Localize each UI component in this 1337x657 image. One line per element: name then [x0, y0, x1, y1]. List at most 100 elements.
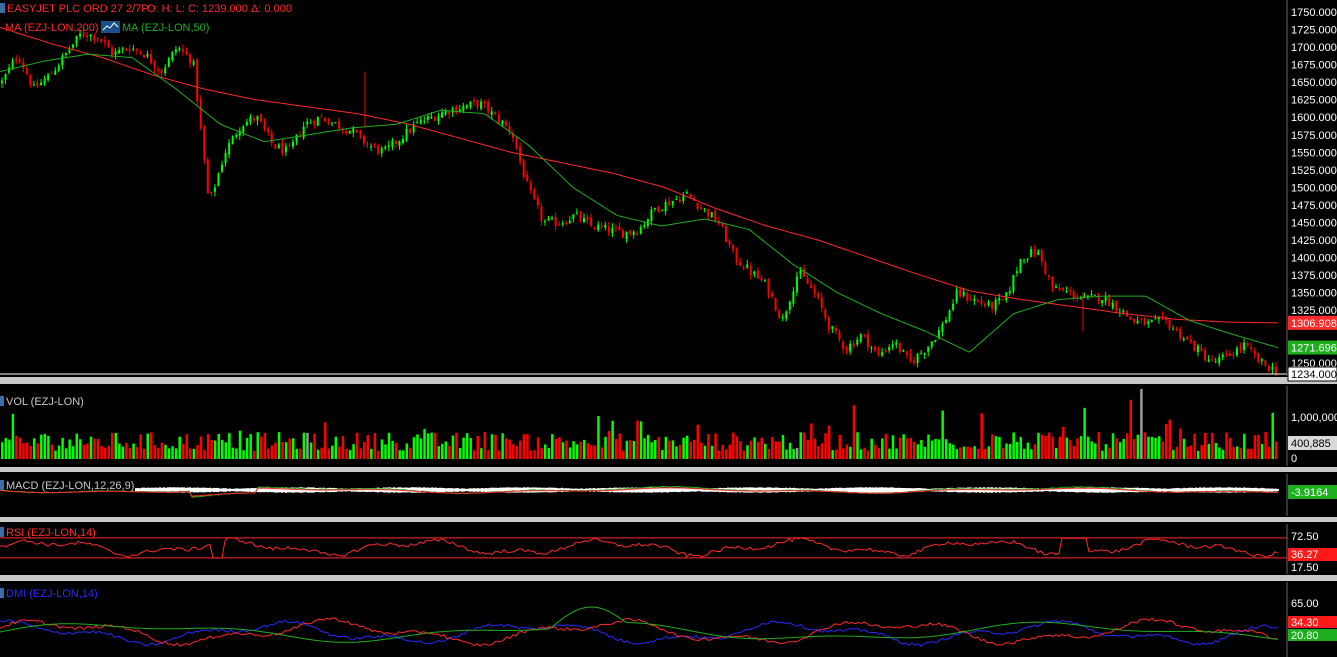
candle-down [50, 72, 53, 74]
expand-icon[interactable] [0, 588, 4, 598]
volume-bar [646, 434, 650, 459]
candle-up [118, 49, 121, 54]
candle-down [362, 135, 365, 144]
volume-bar [1040, 434, 1044, 459]
volume-bar [1275, 441, 1278, 459]
volume-bar [991, 434, 994, 459]
candle-up [1023, 260, 1026, 262]
candle-up [639, 227, 642, 234]
candle-up [79, 33, 82, 37]
macd-histogram-bar [251, 487, 253, 493]
volume-bar [1172, 449, 1175, 459]
candle-down [494, 112, 497, 115]
macd-histogram-bar [445, 488, 447, 492]
volume-bar [923, 446, 927, 459]
volume-bar [373, 432, 377, 459]
volume-bar [146, 433, 149, 459]
price-tick-label: 1525.000 [1291, 165, 1337, 177]
volume-bar [582, 439, 586, 459]
candle-down [100, 39, 103, 42]
volume-bar [732, 432, 735, 459]
candle-up [231, 136, 234, 145]
candle-down [189, 54, 192, 63]
volume-bar [256, 432, 260, 459]
macd-histogram-bar [489, 487, 491, 493]
volume-bar [1243, 433, 1246, 459]
volume-bar [68, 439, 71, 459]
candle-down [991, 302, 994, 309]
volume-bar [543, 444, 547, 459]
candle-up [582, 217, 585, 223]
volume-bar [15, 435, 18, 459]
candle-down [636, 232, 639, 235]
macd-histogram-bar [1273, 488, 1275, 492]
macd-histogram-bar [853, 487, 855, 493]
volume-bar [1211, 432, 1214, 459]
macd-histogram-bar [1173, 488, 1175, 492]
candle-down [409, 129, 412, 133]
volume-bar [107, 445, 110, 459]
macd-histogram-bar [227, 488, 229, 492]
volume-bar [1122, 438, 1125, 459]
macd-histogram-bar [679, 487, 681, 493]
expand-icon[interactable] [0, 480, 4, 490]
macd-histogram-bar [873, 487, 875, 493]
volume-bar [661, 449, 664, 459]
candle-up [671, 200, 674, 206]
macd-histogram-bar [1277, 488, 1279, 492]
macd-histogram-bar [465, 488, 467, 492]
volume-bar [181, 444, 185, 459]
volume-last-label: 400,885 [1291, 438, 1331, 450]
candle-down [976, 300, 979, 302]
macd-histogram-bar [1165, 488, 1167, 492]
candle-down [1189, 339, 1192, 343]
macd-histogram-bar [849, 487, 851, 493]
volume-bar [96, 439, 100, 459]
candle-down [252, 118, 255, 121]
candle-up [284, 146, 287, 153]
expand-icon[interactable] [0, 396, 4, 406]
candle-down [593, 227, 596, 230]
candle-down [366, 143, 369, 145]
price-tick-label: 1500.000 [1291, 182, 1337, 194]
candle-up [753, 271, 756, 275]
volume-bar [842, 448, 845, 459]
volume-bar [891, 435, 895, 459]
candle-down [707, 209, 710, 217]
candle-up [462, 105, 465, 111]
volume-bar [394, 442, 398, 459]
volume-bar [707, 434, 710, 459]
expand-icon[interactable] [0, 3, 5, 13]
volume-bar [522, 434, 526, 459]
volume-bar [905, 438, 909, 459]
macd-histogram-bar [415, 487, 417, 493]
candle-up [661, 209, 664, 211]
candle-down [1044, 262, 1047, 274]
volume-bar [781, 435, 785, 459]
macd-histogram-bar [449, 488, 451, 492]
candle-down [1161, 316, 1164, 318]
candle-up [792, 291, 795, 304]
volume-bar [1118, 442, 1122, 459]
macd-histogram-bar [439, 487, 441, 493]
volume-bar [558, 437, 561, 459]
expand-icon[interactable] [0, 527, 4, 537]
volume-bar [366, 435, 370, 459]
volume-bar [362, 442, 366, 459]
volume-bar [331, 445, 334, 459]
candle-down [909, 353, 912, 361]
volume-bar [299, 448, 302, 459]
candle-up [781, 316, 784, 319]
volume-bar [1069, 440, 1072, 459]
candle-down [1001, 298, 1004, 300]
volume-bar [384, 444, 387, 459]
candle-up [465, 105, 468, 108]
volume-bar [465, 433, 469, 459]
volume-bar [153, 445, 157, 459]
volume-bar [820, 443, 824, 459]
candle-up [1037, 250, 1040, 256]
volume-bar [242, 450, 245, 459]
candle-up [973, 299, 976, 301]
candle-down [1253, 351, 1256, 355]
volume-bar [1015, 441, 1019, 459]
